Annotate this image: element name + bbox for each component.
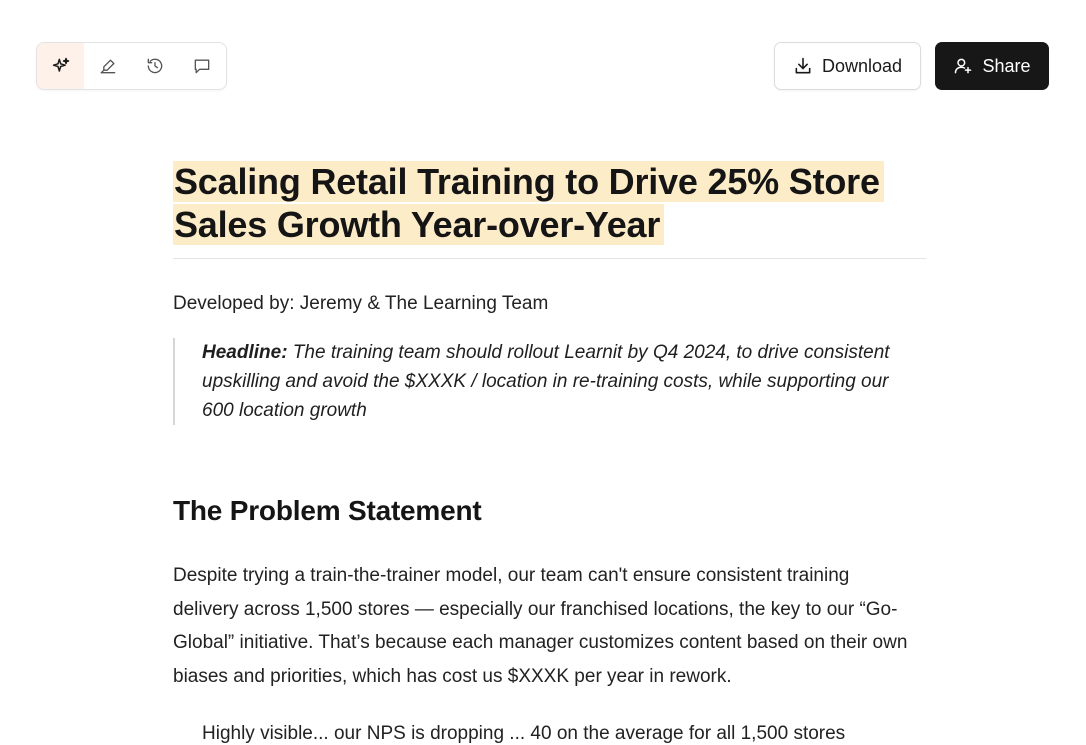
section-heading[interactable]: The Problem Statement [173, 495, 926, 527]
title-divider [173, 258, 926, 259]
sparkles-icon [52, 57, 69, 72]
title-line-1: Scaling Retail Training to Drive 25% Sto… [173, 161, 884, 202]
byline[interactable]: Developed by: Jeremy & The Learning Team [173, 293, 926, 315]
add-user-icon [955, 58, 972, 74]
headline-text: The training team should rollout Learnit… [202, 342, 890, 421]
title-line-2: Sales Growth Year-over-Year [173, 204, 665, 245]
download-button[interactable]: Download [774, 42, 921, 90]
headline-quote[interactable]: Headline: The training team should rollo… [173, 338, 913, 425]
ai-assist-button[interactable] [37, 43, 84, 89]
highlighter-icon [100, 59, 115, 74]
comment-icon [194, 59, 209, 74]
download-label: Download [821, 55, 903, 76]
editor-toolbar [36, 42, 227, 90]
history-icon [147, 58, 162, 74]
history-button[interactable] [131, 43, 178, 89]
document-title[interactable]: Scaling Retail Training to Drive 25% Sto… [173, 160, 926, 246]
bullet-text: Highly visible... our NPS is dropping ..… [202, 723, 846, 744]
share-button[interactable]: Share [935, 42, 1049, 90]
problem-paragraph[interactable]: Despite trying a train-the-trainer model… [173, 559, 918, 693]
download-icon [795, 57, 811, 74]
comments-button[interactable] [178, 43, 225, 89]
highlight-button[interactable] [84, 43, 131, 89]
document-body: Scaling Retail Training to Drive 25% Sto… [173, 160, 926, 745]
headline-label: Headline: [202, 342, 288, 363]
list-item[interactable]: Highly visible... our NPS is dropping ..… [173, 723, 926, 745]
share-label: Share [982, 55, 1031, 76]
